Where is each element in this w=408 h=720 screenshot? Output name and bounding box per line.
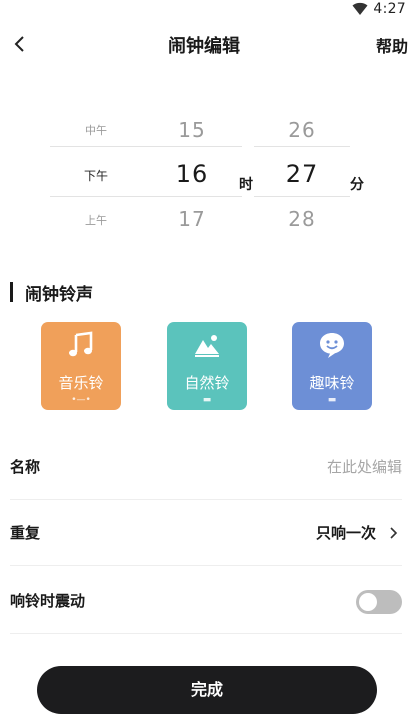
period-wheel[interactable]: 中午 下午 上午 — [50, 104, 142, 242]
music-note-icon — [69, 331, 93, 357]
vibrate-label: 响铃时震动 — [10, 592, 86, 610]
hour-unit-label: 时 — [239, 177, 253, 193]
time-picker: 中午 下午 上午 15 16 17 26 27 28 — [0, 104, 408, 242]
name-input[interactable] — [202, 454, 402, 480]
hour-wheel[interactable]: 15 16 17 — [142, 104, 242, 242]
ringtone-card-label: 自然铃 — [184, 374, 230, 392]
ringtone-card-label: 趣味铃 — [309, 374, 355, 392]
page-title: 闹钟编辑 — [168, 36, 240, 57]
card-indicator: ▬ — [327, 395, 337, 405]
status-time: 4:27 — [373, 1, 406, 17]
minute-option-above[interactable]: 26 — [254, 118, 350, 142]
wifi-icon — [352, 2, 368, 15]
name-row: 名称 — [10, 434, 402, 500]
ringtone-section-title: 闹钟铃声 — [10, 280, 93, 305]
done-button[interactable]: 完成 — [37, 666, 377, 714]
ringtone-card-fun[interactable]: 趣味铃 ▬ — [292, 322, 372, 410]
vibrate-row: 响铃时震动 — [10, 568, 402, 634]
section-title-text: 闹钟铃声 — [25, 284, 93, 305]
hour-option-above[interactable]: 15 — [142, 118, 242, 142]
period-option-selected[interactable]: 下午 — [50, 167, 142, 184]
ringtone-card-nature[interactable]: 自然铃 ▬ — [167, 322, 247, 410]
hour-option-below[interactable]: 17 — [142, 207, 242, 231]
repeat-label: 重复 — [10, 524, 41, 542]
repeat-value: 只响一次 — [315, 524, 376, 542]
ringtone-card-music[interactable]: 音乐铃 •—• — [41, 322, 121, 410]
minute-wheel[interactable]: 26 27 28 — [254, 104, 350, 242]
card-indicator: •—• — [71, 395, 91, 405]
vibrate-toggle[interactable] — [356, 590, 402, 614]
repeat-row[interactable]: 重复 只响一次 — [10, 500, 402, 566]
hour-option-selected[interactable]: 16 — [142, 160, 242, 188]
period-option-below[interactable]: 上午 — [50, 212, 142, 228]
status-bar: 4:27 — [0, 0, 408, 22]
chevron-right-icon — [390, 527, 398, 539]
section-accent-bar — [10, 282, 13, 302]
period-option-above[interactable]: 中午 — [50, 122, 142, 138]
name-label: 名称 — [10, 458, 41, 476]
mountain-icon — [195, 335, 219, 357]
minute-option-selected[interactable]: 27 — [254, 160, 350, 188]
smiley-chat-icon — [320, 333, 344, 358]
ringtone-card-label: 音乐铃 — [58, 374, 104, 392]
header: 闹钟编辑 帮助 — [0, 26, 408, 64]
toggle-knob — [359, 593, 377, 611]
card-indicator: ▬ — [202, 395, 212, 405]
minute-option-below[interactable]: 28 — [254, 207, 350, 231]
help-link[interactable]: 帮助 — [376, 33, 408, 57]
minute-unit-label: 分 — [350, 177, 364, 193]
